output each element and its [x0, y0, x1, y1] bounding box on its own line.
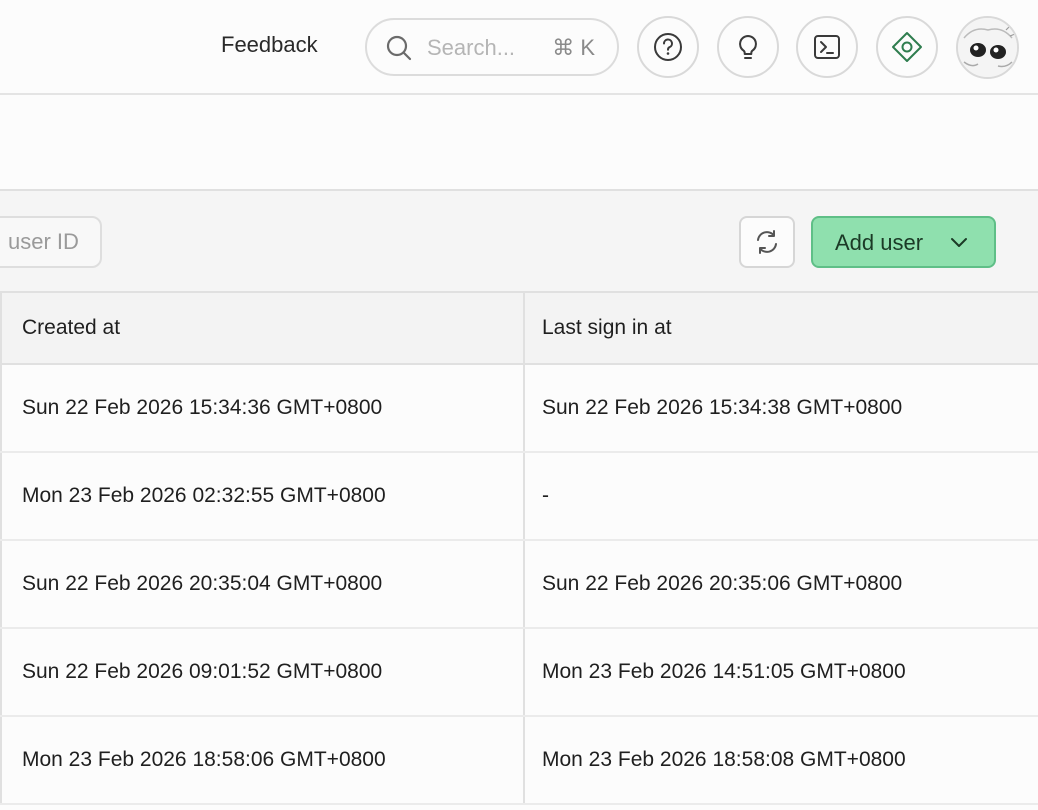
table-row[interactable]: Mon 23 Feb 2026 02:32:55 GMT+0800 -: [0, 453, 1038, 541]
users-table: Created at Last sign in at Sun 22 Feb 20…: [0, 293, 1038, 805]
cell-created-at: Sun 22 Feb 2026 09:01:52 GMT+0800: [0, 629, 523, 715]
add-user-button[interactable]: Add user: [811, 216, 996, 268]
cell-created-at: Mon 23 Feb 2026 18:58:06 GMT+0800: [0, 717, 523, 803]
chevron-down-icon: [951, 238, 967, 247]
avatar-image-icon: [958, 18, 1017, 77]
user-id-search-input[interactable]: [0, 216, 102, 268]
cell-last-sign-in: Mon 23 Feb 2026 18:58:08 GMT+0800: [523, 717, 1038, 803]
cell-last-sign-in: Mon 23 Feb 2026 14:51:05 GMT+0800: [523, 629, 1038, 715]
cell-created-at: Sun 22 Feb 2026 20:35:04 GMT+0800: [0, 541, 523, 627]
table-row[interactable]: Sun 22 Feb 2026 15:34:36 GMT+0800 Sun 22…: [0, 365, 1038, 453]
cell-last-sign-in: Sun 22 Feb 2026 15:34:38 GMT+0800: [523, 365, 1038, 451]
tips-button[interactable]: [717, 16, 779, 78]
feedback-button[interactable]: Feedback: [221, 32, 318, 58]
column-header-created-at[interactable]: Created at: [0, 293, 523, 363]
advisor-button[interactable]: [876, 16, 938, 78]
cell-last-sign-in: -: [523, 453, 1038, 539]
users-toolbar: Add user: [0, 191, 1038, 293]
help-button[interactable]: [637, 16, 699, 78]
lightbulb-icon: [739, 35, 757, 59]
terminal-button[interactable]: [796, 16, 858, 78]
search-bar[interactable]: Search... ⌘ K: [365, 18, 619, 76]
table-row[interactable]: Mon 23 Feb 2026 18:58:06 GMT+0800 Mon 23…: [0, 717, 1038, 805]
cell-created-at: Sun 22 Feb 2026 15:34:36 GMT+0800: [0, 365, 523, 451]
avatar[interactable]: [956, 16, 1019, 79]
table-header: Created at Last sign in at: [0, 293, 1038, 365]
refresh-icon: [757, 230, 777, 254]
add-user-label: Add user: [835, 230, 924, 255]
table-row[interactable]: Sun 22 Feb 2026 09:01:52 GMT+0800 Mon 23…: [0, 629, 1038, 717]
table-row[interactable]: Sun 22 Feb 2026 20:35:04 GMT+0800 Sun 22…: [0, 541, 1038, 629]
top-bar: Feedback Search... ⌘ K: [0, 0, 1038, 95]
terminal-icon: [814, 35, 840, 59]
search-shortcut-hint: ⌘ K: [552, 35, 595, 60]
diamond-icon: [892, 32, 922, 62]
search-icon: [386, 35, 412, 61]
refresh-button[interactable]: [739, 216, 795, 268]
cell-created-at: Mon 23 Feb 2026 02:32:55 GMT+0800: [0, 453, 523, 539]
page-header-area: [0, 95, 1038, 191]
search-placeholder: Search...: [427, 35, 516, 60]
column-header-last-sign-in[interactable]: Last sign in at: [523, 293, 1038, 363]
cell-last-sign-in: Sun 22 Feb 2026 20:35:06 GMT+0800: [523, 541, 1038, 627]
help-icon: [654, 33, 682, 61]
